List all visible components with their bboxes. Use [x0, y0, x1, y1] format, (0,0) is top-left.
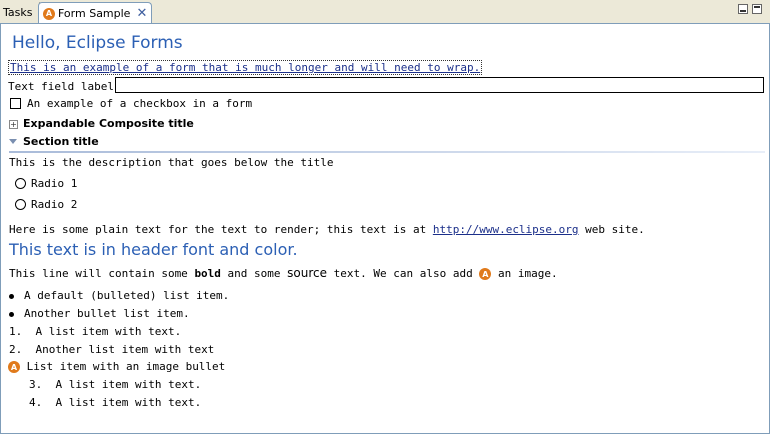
radio-1-label[interactable]: Radio 1	[31, 177, 77, 190]
tab-tasks-label: Tasks	[3, 5, 33, 19]
form-title: Hello, Eclipse Forms	[12, 33, 183, 53]
plain-text-paragraph: Here is some plain text for the text to …	[9, 223, 645, 236]
list-item-text: A list item with text.	[35, 325, 182, 338]
list-item-text: Another bullet list item.	[24, 307, 190, 320]
close-icon[interactable]: ✕	[136, 7, 147, 20]
formatted-line-part4: an image.	[491, 267, 558, 280]
expandable-composite-title[interactable]: Expandable Composite title	[23, 117, 194, 130]
tab-form-sample-label: Form Sample	[58, 7, 131, 20]
form-checkbox[interactable]	[10, 98, 21, 109]
list-item-text: Another list item with text	[35, 343, 215, 356]
section-title[interactable]: Section title	[23, 135, 99, 148]
eclipse-link[interactable]: http://www.eclipse.org	[433, 223, 579, 236]
list-item: Another bullet list item.	[9, 307, 190, 320]
list-item: A default (bulleted) list item.	[9, 289, 229, 302]
image-bullet-icon: A	[8, 361, 20, 373]
list-item-text: A list item with text.	[55, 378, 202, 391]
list-item-text: A default (bulleted) list item.	[24, 289, 230, 302]
list-item: 2. Another list item with text	[9, 343, 214, 356]
tab-form-sample[interactable]: A Form Sample ✕	[38, 2, 152, 24]
source-word: source	[287, 266, 328, 280]
checkbox-label[interactable]: An example of a checkbox in a form	[27, 97, 252, 110]
text-field-label: Text field label:	[8, 80, 121, 93]
wrap-text-link[interactable]: This is an example of a form that is muc…	[7, 60, 483, 75]
list-item-number: 1.	[9, 325, 23, 338]
list-item-text: List item with an image bullet	[26, 360, 226, 373]
list-item-number: 2.	[9, 343, 23, 356]
bullet-icon	[9, 311, 14, 317]
bullet-icon	[9, 293, 14, 299]
list-item-number: 4.	[29, 396, 43, 409]
section-description: This is the description that goes below …	[9, 156, 334, 169]
view-tab-bar: Tasks A Form Sample ✕	[0, 0, 770, 24]
window-controls	[738, 4, 762, 14]
tab-tasks[interactable]: Tasks	[0, 2, 40, 22]
formatted-line-part1: This line will contain some	[9, 267, 195, 280]
header-font-text: This text is in header font and color.	[9, 240, 298, 259]
form-content: Hello, Eclipse Forms This is an example …	[0, 23, 770, 434]
maximize-button[interactable]	[752, 4, 762, 14]
formatted-line-part3: text. We can also add	[327, 267, 480, 280]
minimize-button[interactable]	[738, 4, 748, 14]
expand-toggle-icon[interactable]: +	[9, 120, 18, 129]
radio-2-button[interactable]	[15, 199, 26, 210]
list-item: 3. A list item with text.	[29, 378, 201, 391]
bold-word: bold	[194, 267, 221, 280]
form-app-icon: A	[43, 7, 55, 20]
section-separator	[9, 151, 765, 153]
text-field-input[interactable]	[115, 77, 764, 93]
radio-1-button[interactable]	[15, 178, 26, 189]
list-item: A List item with an image bullet	[8, 360, 225, 373]
inline-image-icon: A	[479, 268, 492, 280]
list-item: 4. A list item with text.	[29, 396, 201, 409]
list-item: 1. A list item with text.	[9, 325, 181, 338]
plain-text-prefix: Here is some plain text for the text to …	[9, 223, 433, 236]
list-item-text: A list item with text.	[55, 396, 202, 409]
plain-text-suffix: web site.	[578, 223, 645, 236]
radio-2-label[interactable]: Radio 2	[31, 198, 77, 211]
section-collapse-icon[interactable]	[9, 139, 17, 144]
list-item-number: 3.	[29, 378, 43, 391]
formatted-line-part2: and some	[220, 267, 288, 280]
formatted-line: This line will contain some bold and som…	[9, 266, 558, 280]
